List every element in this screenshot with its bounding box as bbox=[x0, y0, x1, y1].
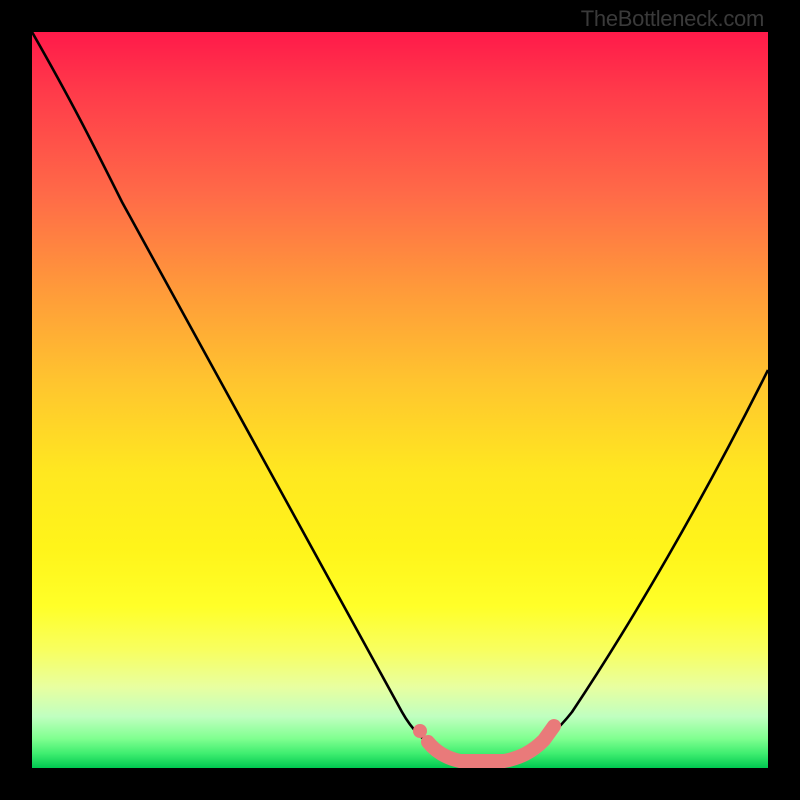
valley-highlight bbox=[428, 726, 554, 761]
valley-dot-left bbox=[413, 724, 427, 738]
chart-container: TheBottleneck.com bbox=[0, 0, 800, 800]
plot-area bbox=[32, 32, 768, 768]
curve-svg bbox=[32, 32, 768, 768]
bottleneck-curve bbox=[32, 32, 768, 758]
watermark-text: TheBottleneck.com bbox=[581, 6, 764, 32]
